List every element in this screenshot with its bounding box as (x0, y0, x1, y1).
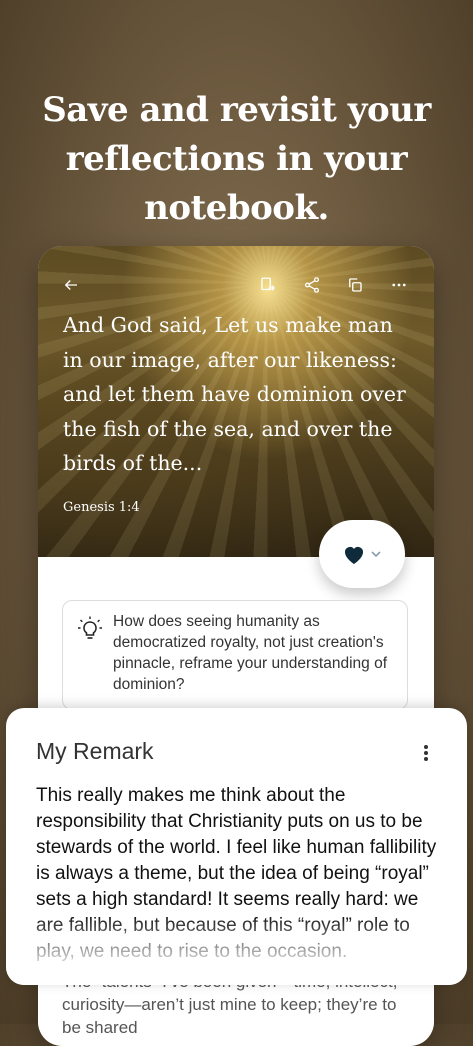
headline: Save and revisit your reflections in you… (42, 90, 431, 228)
remark-sheet: My Remark This really makes me think abo… (6, 708, 467, 985)
text-fade-overlay (6, 915, 467, 985)
more-horizontal-icon[interactable] (388, 274, 410, 296)
share-icon[interactable] (301, 274, 323, 296)
verse-hero-image: And God said, Let us make man in our ima… (38, 246, 434, 557)
more-vertical-icon[interactable] (423, 744, 429, 762)
copy-icon[interactable] (344, 274, 366, 296)
heart-icon (345, 547, 363, 564)
question-text: How does seeing humanity as democratized… (113, 613, 387, 693)
reflection-question: How does seeing humanity as democratized… (62, 600, 408, 710)
verse-reference: Genesis 1:4 (63, 500, 140, 515)
lightbulb-icon (78, 616, 102, 639)
reaction-button[interactable] (319, 520, 405, 588)
chevron-down-icon (371, 551, 381, 558)
notebook-export-icon[interactable] (257, 274, 279, 296)
back-arrow-icon[interactable] (60, 274, 82, 296)
sheet-title: My Remark (36, 738, 154, 764)
card-toolbar (38, 274, 434, 296)
verse-text: And God said, Let us make man in our ima… (63, 313, 406, 475)
